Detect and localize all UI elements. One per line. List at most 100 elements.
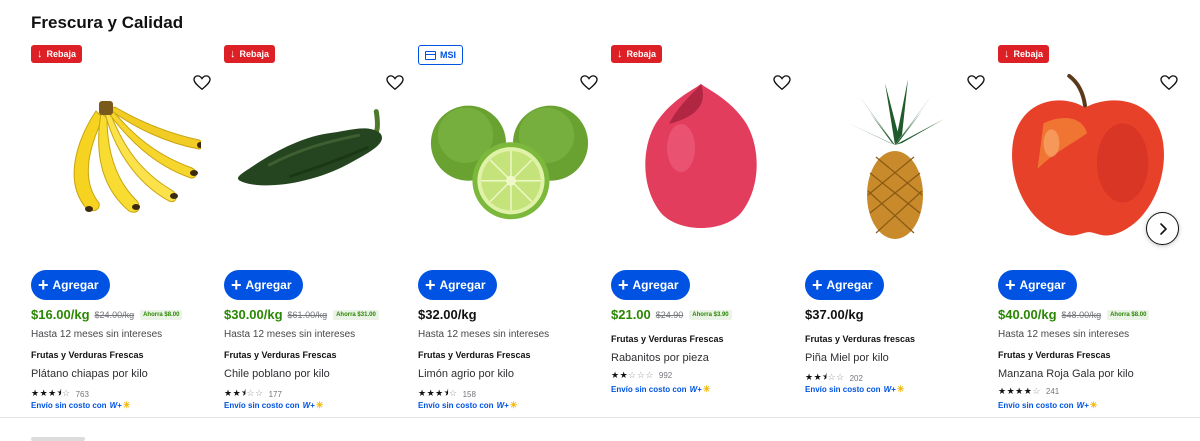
product-card[interactable]: ↓ Rebaja + Agregar $30.00/kg $61.00/kg Ahorr… (224, 44, 404, 414)
installments-text: Hasta 12 meses sin intereses (224, 329, 356, 340)
spark-icon: ✳ (702, 384, 711, 394)
product-name[interactable]: Limón agrio por kilo (418, 368, 514, 380)
plus-icon: + (1005, 275, 1016, 295)
price-row: $30.00/kg $61.00/kg Ahorra $31.00 (224, 307, 379, 322)
savings-badge: Ahorra $31.00 (333, 309, 379, 320)
installments-text: Hasta 12 meses sin intereses (418, 329, 550, 340)
add-to-cart-button[interactable]: + Agregar (418, 270, 497, 300)
product-category: Frutas y Verduras Frescas (224, 350, 337, 360)
sale-badge: ↓ Rebaja (611, 45, 663, 63)
sale-badge-label: Rebaja (46, 49, 77, 59)
shipping-text: Envío sin costo con (224, 401, 300, 410)
add-button-label: Agregar (245, 278, 292, 292)
sale-badge: ↓ Rebaja (31, 45, 83, 63)
section-divider (0, 417, 1200, 418)
product-category: Frutas y Verduras Frescas (31, 350, 144, 360)
free-shipping-label: Envío sin costo con W+ ✳ (611, 384, 710, 395)
review-count: 992 (658, 371, 673, 380)
next-section-heading-partial (31, 432, 91, 441)
previous-price: $48.00/kg (1061, 309, 1102, 320)
credit-card-icon (425, 50, 436, 60)
free-shipping-label: Envío sin costo con W+ ✳ (224, 400, 323, 411)
product-category: Frutas y Verduras frescas (805, 334, 916, 344)
walmart-plus-logo-icon: W+ (496, 401, 509, 410)
shipping-text: Envío sin costo con (805, 385, 881, 394)
review-count: 241 (1045, 387, 1060, 396)
add-to-cart-button[interactable]: + Agregar (998, 270, 1077, 300)
star-rating-icon: ★★☆☆☆ (611, 370, 654, 380)
product-category: Frutas y Verduras Frescas (418, 350, 531, 360)
current-price: $37.00/kg (805, 307, 864, 322)
product-image-poblano-pepper[interactable] (230, 72, 398, 244)
product-name[interactable]: Manzana Roja Gala por kilo (998, 368, 1134, 380)
product-image-red-apple[interactable] (1004, 72, 1172, 244)
msi-badge: MSI (418, 45, 464, 65)
price-row: $40.00/kg $48.00/kg Ahorra $8.00 (998, 307, 1150, 322)
spark-icon: ✳ (122, 400, 131, 410)
add-button-label: Agregar (632, 278, 679, 292)
product-category: Frutas y Verduras Frescas (611, 334, 724, 344)
plus-icon: + (425, 275, 436, 295)
spark-icon: ✳ (509, 400, 518, 410)
product-rating: ★★☆☆☆ 992 (611, 370, 672, 381)
add-button-label: Agregar (439, 278, 486, 292)
walmart-plus-logo-icon: W+ (302, 401, 315, 410)
carousel-next-button[interactable] (1146, 212, 1179, 245)
add-to-cart-button[interactable]: + Agregar (224, 270, 303, 300)
arrow-down-icon: ↓ (617, 47, 623, 60)
plus-icon: + (618, 275, 629, 295)
spark-icon: ✳ (315, 400, 324, 410)
walmart-plus-logo-icon: W+ (689, 385, 702, 394)
current-price: $32.00/kg (418, 307, 477, 322)
add-button-label: Agregar (826, 278, 873, 292)
current-price: $16.00/kg (31, 307, 90, 322)
arrow-down-icon: ↓ (37, 47, 43, 60)
previous-price: $24.00/kg (94, 309, 135, 320)
installments-text: Hasta 12 meses sin intereses (31, 329, 163, 340)
free-shipping-label: Envío sin costo con W+ ✳ (418, 400, 517, 411)
walmart-plus-logo-icon: W+ (883, 385, 896, 394)
current-price: $30.00/kg (224, 307, 283, 322)
price-row: $16.00/kg $24.00/kg Ahorra $8.00 (31, 307, 183, 322)
add-to-cart-button[interactable]: + Agregar (805, 270, 884, 300)
product-card[interactable]: + Agregar $37.00/kg Frutas y Verduras fres… (805, 44, 985, 414)
product-card[interactable]: MSI + Agregar $32.00/kg Hasta 12 meses sin… (418, 44, 598, 414)
walmart-plus-logo-icon: W+ (109, 401, 122, 410)
review-count: 177 (268, 389, 282, 399)
current-price: $40.00/kg (998, 307, 1057, 322)
review-count: 202 (849, 373, 863, 383)
shipping-text: Envío sin costo con (998, 401, 1074, 410)
product-card[interactable]: ↓ Rebaja + Agregar $16.00/kg $24.00/kg Ahorr… (31, 44, 211, 414)
savings-badge: Ahorra $3.90 (689, 309, 732, 320)
product-image-mango[interactable] (617, 72, 785, 244)
product-image-bananas[interactable] (37, 72, 205, 244)
previous-price: $61.00/kg (287, 309, 328, 320)
plus-icon: + (38, 275, 49, 295)
add-button-label: Agregar (1019, 278, 1066, 292)
price-row: $37.00/kg (805, 307, 864, 322)
product-name[interactable]: Plátano chiapas por kilo (31, 368, 148, 380)
product-rating: ★★★★☆ 241 (998, 386, 1059, 397)
sale-badge: ↓ Rebaja (224, 45, 276, 63)
review-count: 158 (462, 389, 476, 399)
installments-text: Hasta 12 meses sin intereses (998, 329, 1130, 340)
add-to-cart-button[interactable]: + Agregar (31, 270, 110, 300)
product-name[interactable]: Rabanitos por pieza (611, 352, 709, 364)
add-button-label: Agregar (52, 278, 99, 292)
product-image-pineapple[interactable] (811, 72, 979, 244)
spark-icon: ✳ (1089, 400, 1098, 410)
shipping-text: Envío sin costo con (611, 385, 687, 394)
price-row: $32.00/kg (418, 307, 477, 322)
section-title: Frescura y Calidad (31, 13, 184, 32)
product-card[interactable]: ↓ Rebaja + Agregar $21.00 $24.90 Ahorra $3.9… (611, 44, 791, 414)
sale-badge-label: Rebaja (626, 49, 657, 59)
shipping-text: Envío sin costo con (31, 401, 107, 410)
free-shipping-label: Envío sin costo con W+ ✳ (805, 384, 904, 395)
savings-badge: Ahorra $8.00 (140, 309, 183, 320)
arrow-down-icon: ↓ (1004, 47, 1010, 60)
product-image-limes[interactable] (424, 72, 592, 244)
product-name[interactable]: Piña Miel por kilo (805, 352, 889, 364)
shipping-text: Envío sin costo con (418, 401, 494, 410)
add-to-cart-button[interactable]: + Agregar (611, 270, 690, 300)
product-name[interactable]: Chile poblano por kilo (224, 368, 330, 380)
